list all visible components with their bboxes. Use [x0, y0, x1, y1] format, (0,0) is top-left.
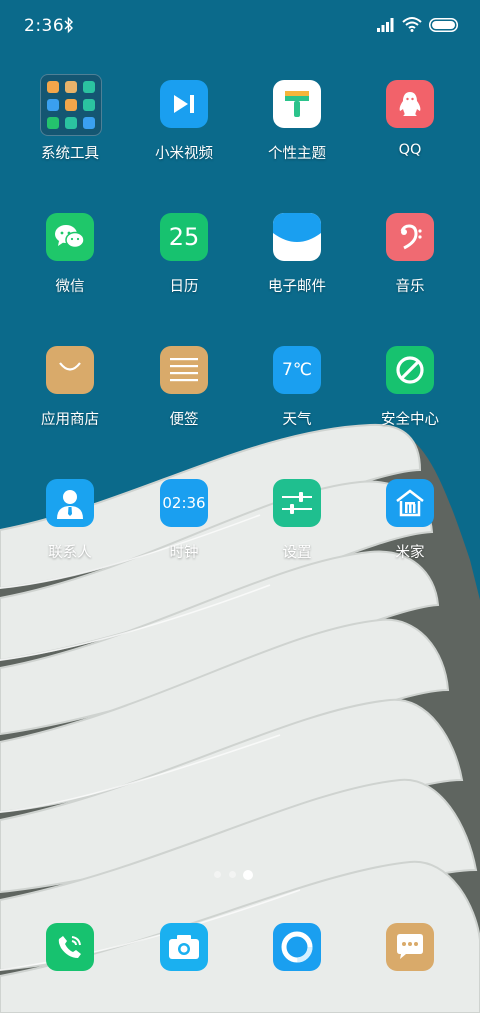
envelope-icon: [273, 213, 321, 261]
app-label: 微信: [55, 279, 85, 295]
app-label: 时钟: [169, 545, 199, 561]
page-dot-current[interactable]: [243, 870, 253, 880]
chat-bubbles-icon: [46, 213, 94, 261]
app-label: 便签: [169, 412, 199, 428]
page-dot[interactable]: [229, 871, 236, 878]
app-security-center[interactable]: 安全中心: [354, 346, 466, 446]
status-bar: 2:36: [0, 0, 480, 52]
lined-note-icon: [160, 346, 208, 394]
page-indicator: [0, 870, 480, 881]
home-icon: [386, 479, 434, 527]
dock-camera[interactable]: [128, 923, 240, 973]
app-label: 联系人: [48, 545, 92, 561]
app-notes[interactable]: 便签: [128, 346, 240, 446]
app-mijia[interactable]: 米家: [354, 479, 466, 579]
folder-icon: [40, 74, 102, 136]
app-label: QQ: [398, 142, 422, 158]
dock-messages[interactable]: [354, 923, 466, 973]
status-time: 2:36: [24, 16, 65, 36]
person-icon: [46, 479, 94, 527]
signal-icon: [377, 18, 394, 32]
app-mi-video[interactable]: 小米视频: [128, 80, 240, 180]
app-qq[interactable]: QQ: [354, 80, 466, 180]
wifi-icon: [402, 17, 422, 32]
app-music[interactable]: 音乐: [354, 213, 466, 313]
app-label: 个性主题: [268, 146, 326, 162]
app-wechat[interactable]: 微信: [14, 213, 126, 313]
play-icon: [160, 80, 208, 128]
calendar-icon: 25: [160, 213, 208, 261]
dock-browser[interactable]: [241, 923, 353, 973]
message-icon: [386, 923, 434, 971]
phone-icon: [46, 923, 94, 971]
app-store[interactable]: 应用商店: [14, 346, 126, 446]
page-dot[interactable]: [214, 871, 221, 878]
battery-icon: [429, 18, 458, 32]
app-settings[interactable]: 设置: [241, 479, 353, 579]
app-label: 天气: [282, 412, 312, 428]
weather-icon: 7℃: [273, 346, 321, 394]
app-label: 系统工具: [41, 146, 99, 162]
sliders-icon: [273, 479, 321, 527]
app-label: 安全中心: [381, 412, 439, 428]
app-label: 米家: [395, 545, 425, 561]
app-label: 音乐: [395, 279, 425, 295]
clock-icon: 02:36: [160, 479, 208, 527]
app-label: 日历: [169, 279, 199, 295]
app-clock[interactable]: 02:36 时钟: [128, 479, 240, 579]
dock-phone[interactable]: [14, 923, 126, 973]
camera-icon: [160, 923, 208, 971]
penguin-icon: [386, 80, 434, 128]
app-system-tools-folder[interactable]: 系统工具: [14, 74, 126, 180]
brush-icon: [273, 80, 321, 128]
app-label: 应用商店: [41, 412, 99, 428]
app-label: 设置: [282, 545, 312, 561]
app-calendar[interactable]: 25 日历: [128, 213, 240, 313]
shopping-bag-icon: [46, 346, 94, 394]
app-label: 小米视频: [155, 146, 213, 162]
prohibition-icon: [386, 346, 434, 394]
app-themes[interactable]: 个性主题: [241, 80, 353, 180]
bass-clef-icon: [386, 213, 434, 261]
app-email[interactable]: 电子邮件: [241, 213, 353, 313]
bluetooth-icon: [64, 16, 73, 34]
browser-ring-icon: [273, 923, 321, 971]
app-label: 电子邮件: [268, 279, 326, 295]
app-contacts[interactable]: 联系人: [14, 479, 126, 579]
app-weather[interactable]: 7℃ 天气: [241, 346, 353, 446]
